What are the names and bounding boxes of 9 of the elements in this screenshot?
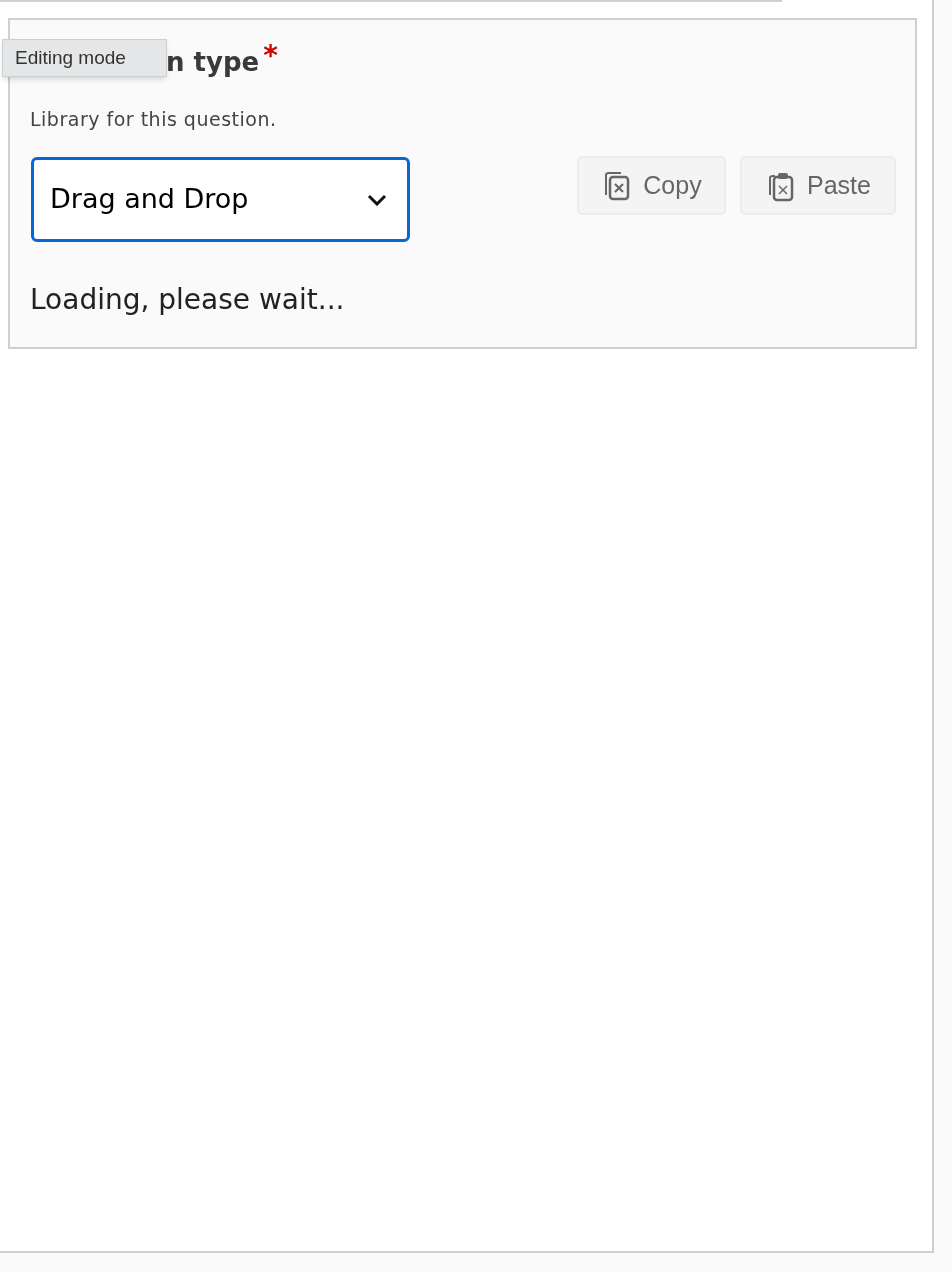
required-asterisk: * xyxy=(263,46,278,66)
copy-button[interactable]: Copy xyxy=(577,156,726,215)
tooltip: Editing mode xyxy=(2,39,167,77)
paste-button[interactable]: Paste xyxy=(740,156,896,215)
field-label: n type xyxy=(166,46,260,79)
loading-message: Loading, please wait... xyxy=(30,282,345,318)
chevron-down-icon xyxy=(367,193,387,206)
select-dropdown[interactable]: Drag and Drop xyxy=(31,157,410,242)
field-description: Library for this question. xyxy=(30,107,277,132)
